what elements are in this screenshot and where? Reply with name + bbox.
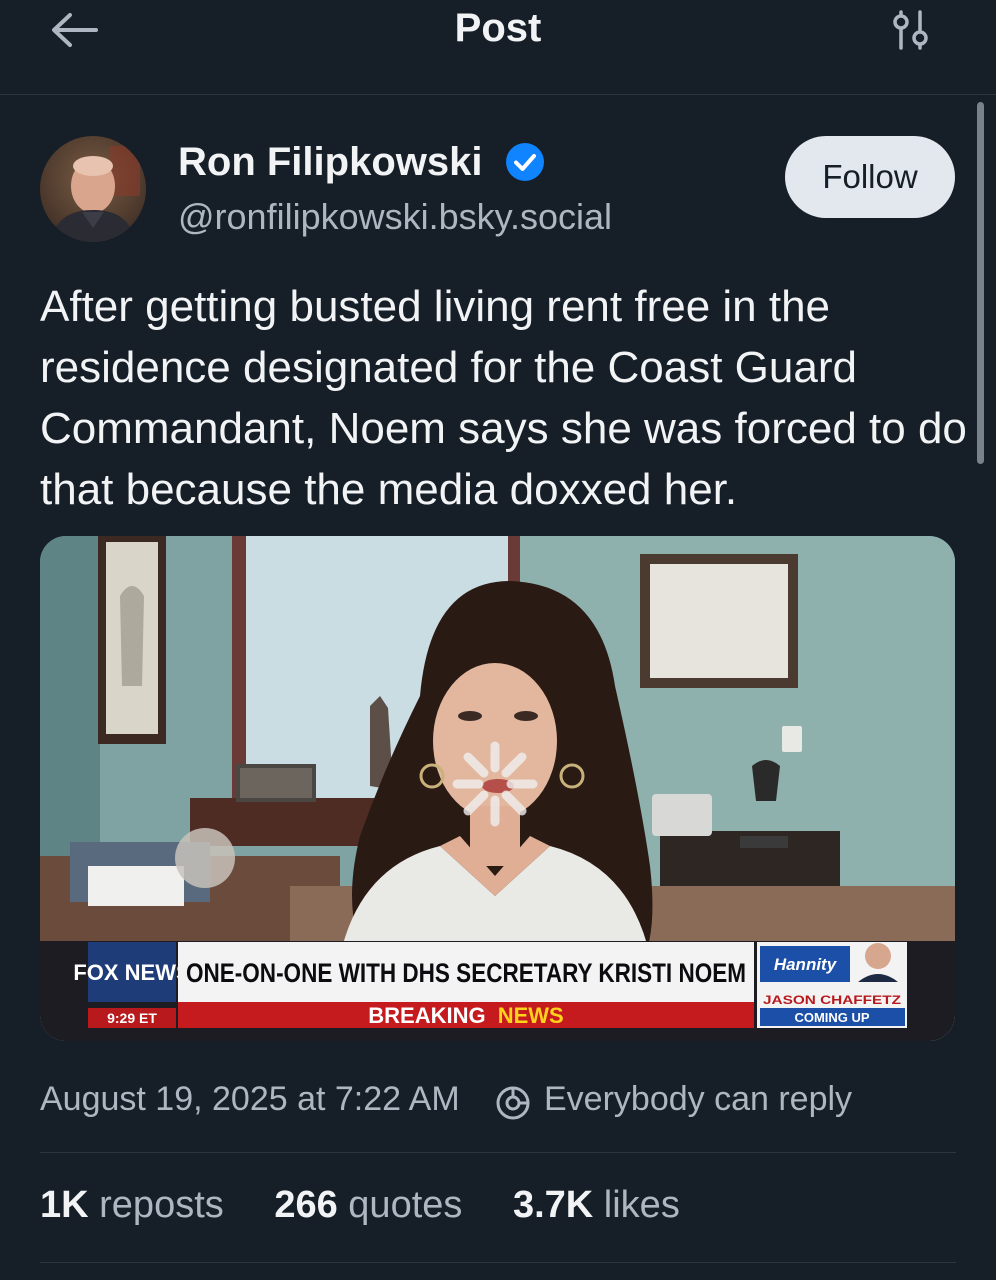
engagement-stats: 1K reposts 266 quotes 3.7K likes: [40, 1184, 720, 1227]
follow-button[interactable]: Follow: [785, 136, 955, 218]
promo-show: Hannity: [774, 955, 838, 974]
filter-sliders-icon: [893, 10, 928, 50]
verified-badge-icon: [506, 143, 544, 181]
reply-settings-icon: [496, 1086, 530, 1120]
post-timestamp: August 19, 2025 at 7:22 AM: [40, 1080, 460, 1118]
svg-text:BREAKING NEWS: BREAKING NEWS: [368, 1003, 563, 1028]
quotes-count[interactable]: 266 quotes: [274, 1184, 462, 1227]
news-label: NEWS: [498, 1003, 564, 1028]
avatar[interactable]: [40, 136, 146, 242]
author-handle[interactable]: @ronfilipkowski.bsky.social: [178, 196, 612, 238]
page-title: Post: [454, 6, 542, 50]
filter-button[interactable]: [888, 8, 934, 52]
promo-guest: JASON CHAFFETZ: [763, 993, 901, 1007]
divider: [40, 1152, 956, 1153]
author-name[interactable]: Ron Filipkowski: [178, 140, 482, 185]
reply-setting-label: Everybody can reply: [544, 1080, 853, 1118]
network-logo-text: FOX NEWS: [73, 960, 190, 985]
top-bar: Post: [0, 0, 996, 95]
video-headline: ONE-ON-ONE WITH DHS SECRETARY KRISTI NOE…: [186, 958, 746, 988]
post-text: After getting busted living rent free in…: [40, 282, 967, 514]
video-thumbnail[interactable]: FOX NEWS 9:29 ET ONE-ON-ONE WITH DHS SEC…: [40, 536, 955, 1041]
scrollbar[interactable]: [977, 102, 984, 464]
promo-status: COMING UP: [794, 1010, 869, 1025]
breaking-label: BREAKING: [368, 1003, 485, 1028]
reposts-count[interactable]: 1K reposts: [40, 1184, 224, 1227]
divider: [40, 1262, 956, 1263]
likes-count[interactable]: 3.7K likes: [513, 1184, 680, 1227]
broadcast-time: 9:29 ET: [107, 1010, 157, 1026]
